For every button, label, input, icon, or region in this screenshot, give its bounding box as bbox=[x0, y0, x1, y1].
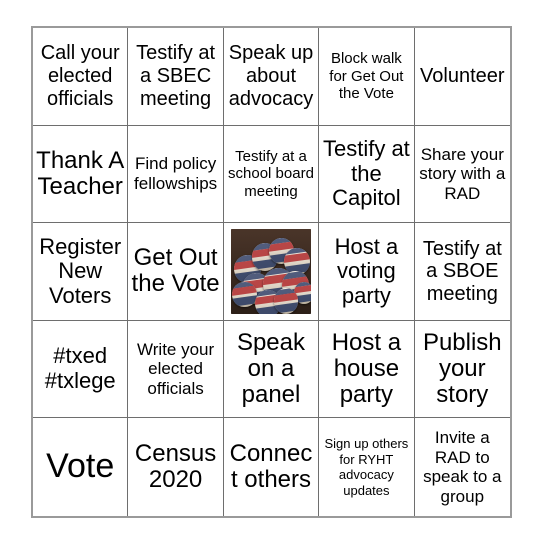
bingo-cell-r3c2[interactable]: Get Out the Vote bbox=[128, 223, 224, 321]
bingo-cell-r3c3[interactable] bbox=[223, 223, 320, 321]
bingo-cell-r1c5[interactable]: Volunteer bbox=[414, 28, 510, 126]
bingo-cell-label: Census 2020 bbox=[134, 439, 217, 494]
bingo-cell-r3c5[interactable]: Testify at a SBOE meeting bbox=[414, 223, 510, 321]
bingo-cell-r2c2[interactable]: Find policy fellowships bbox=[128, 125, 224, 224]
bingo-cell-r4c3[interactable]: Speak on a panel bbox=[223, 320, 320, 419]
bingo-cell-r1c4[interactable]: Block walk for Get Out the Vote bbox=[319, 28, 415, 126]
bingo-cell-label: #txed #txlege bbox=[44, 343, 116, 394]
bingo-cell-r2c1[interactable]: Thank A Teacher bbox=[33, 125, 129, 224]
bingo-cell-label: Call your elected officials bbox=[40, 42, 120, 110]
bingo-cell-r5c1[interactable]: Vote bbox=[33, 418, 129, 516]
bingo-cell-r4c2[interactable]: Write your elected officials bbox=[128, 320, 224, 419]
bingo-cell-label: Speak on a panel bbox=[236, 328, 306, 409]
bingo-cell-label: Testify at the Capitol bbox=[322, 135, 410, 211]
bingo-cell-label: Volunteer bbox=[420, 65, 505, 87]
bingo-cell-r5c4[interactable]: Sign up others for RYHT advocacy updates bbox=[319, 418, 415, 516]
bingo-cell-label: Invite a RAD to speak to a group bbox=[423, 428, 502, 506]
bingo-cell-r3c4[interactable]: Host a voting party bbox=[319, 223, 415, 321]
bingo-cell-label: Testify at a school board meeting bbox=[228, 147, 314, 200]
bingo-cell-r5c3[interactable]: Connect others bbox=[223, 418, 320, 516]
bingo-cell-label: Testify at a SBOE meeting bbox=[422, 237, 502, 305]
bingo-cell-label: Block walk for Get Out the Vote bbox=[329, 50, 404, 102]
bingo-cell-label: Get Out the Vote bbox=[131, 244, 220, 298]
vote-button-pin bbox=[274, 288, 299, 314]
bingo-cell-r2c4[interactable]: Testify at the Capitol bbox=[319, 125, 415, 224]
bingo-cell-label: Speak up about advocacy bbox=[228, 42, 314, 110]
bingo-card-grid: Call your elected officials Testify at a … bbox=[31, 26, 512, 518]
bingo-cell-r3c1[interactable]: Register New Voters bbox=[33, 223, 129, 321]
bingo-cell-r2c3[interactable]: Testify at a school board meeting bbox=[223, 125, 320, 224]
bingo-cell-label: Find policy fellowships bbox=[134, 154, 218, 193]
bingo-cell-r4c1[interactable]: #txed #txlege bbox=[33, 320, 129, 419]
bingo-cell-label: Publish your story bbox=[422, 328, 502, 409]
vote-button-pin bbox=[232, 281, 257, 308]
bingo-cell-label: Connect others bbox=[229, 439, 313, 494]
bingo-cell-r1c2[interactable]: Testify at a SBEC meeting bbox=[128, 28, 224, 126]
bingo-cell-label: Register New Voters bbox=[39, 233, 122, 308]
bingo-cell-label: Thank A Teacher bbox=[36, 146, 125, 200]
bingo-cell-label: Write your elected officials bbox=[137, 339, 215, 398]
bingo-cell-label: Testify at a SBEC meeting bbox=[136, 42, 216, 110]
bingo-cell-r4c4[interactable]: Host a house party bbox=[319, 320, 415, 419]
bingo-cell-label: Sign up others for RYHT advocacy updates bbox=[324, 436, 409, 498]
bingo-cell-label: Vote bbox=[46, 447, 115, 486]
bingo-cell-label: Host a house party bbox=[331, 328, 402, 409]
bingo-cell-label: Share your story with a RAD bbox=[419, 144, 506, 203]
bingo-cell-r5c5[interactable]: Invite a RAD to speak to a group bbox=[414, 418, 510, 516]
bingo-cell-r2c5[interactable]: Share your story with a RAD bbox=[414, 125, 510, 224]
bingo-cell-r1c1[interactable]: Call your elected officials bbox=[33, 28, 129, 126]
bingo-cell-r4c5[interactable]: Publish your story bbox=[414, 320, 510, 419]
vote-buttons-photo bbox=[230, 229, 312, 314]
bingo-cell-r1c3[interactable]: Speak up about advocacy bbox=[223, 28, 320, 126]
bingo-cell-r5c2[interactable]: Census 2020 bbox=[128, 418, 224, 516]
bingo-cell-label: Host a voting party bbox=[334, 233, 399, 308]
